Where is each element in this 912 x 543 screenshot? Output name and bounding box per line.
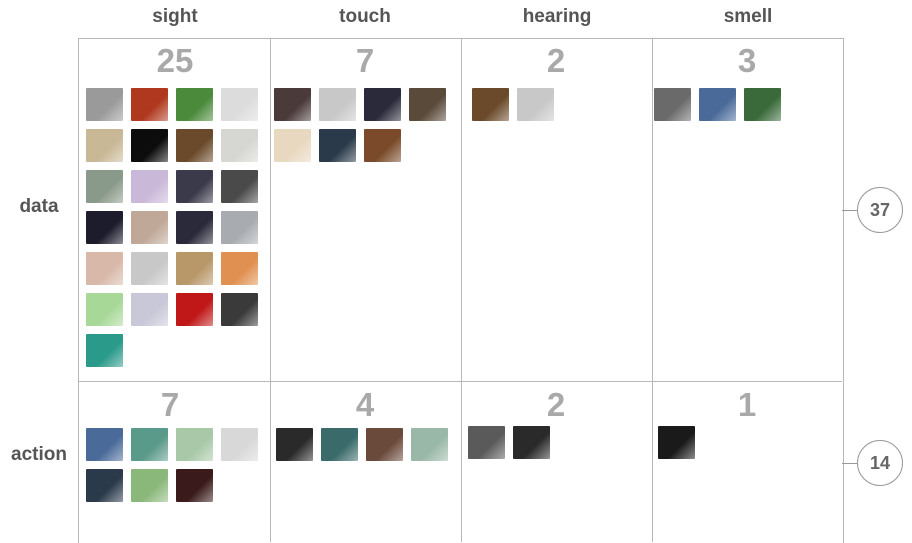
product-thumbnail	[86, 129, 123, 162]
thumbnails-action-hearing	[468, 426, 640, 459]
product-thumbnail	[176, 88, 213, 121]
product-thumbnail	[221, 428, 258, 461]
total-connector	[842, 210, 857, 211]
product-thumbnail	[176, 469, 213, 502]
product-thumbnail	[86, 170, 123, 203]
product-thumbnail	[86, 293, 123, 326]
grid-divider	[652, 38, 653, 542]
thumbnails-action-touch	[276, 428, 448, 461]
row-header-data: data	[19, 196, 59, 217]
product-thumbnail	[411, 428, 448, 461]
product-thumbnail	[86, 88, 123, 121]
grid-divider	[461, 38, 462, 542]
row-total-data: 37	[857, 187, 903, 233]
product-thumbnail	[131, 211, 168, 244]
product-thumbnail	[364, 88, 401, 121]
product-thumbnail	[409, 88, 446, 121]
product-thumbnail	[221, 211, 258, 244]
product-thumbnail	[472, 88, 509, 121]
product-thumbnail	[468, 426, 505, 459]
product-thumbnail	[86, 334, 123, 367]
product-thumbnail	[276, 428, 313, 461]
product-thumbnail	[86, 469, 123, 502]
product-thumbnail	[654, 88, 691, 121]
total-connector	[842, 463, 857, 464]
cell-count-action-hearing: 2	[546, 386, 566, 423]
grid-divider	[78, 381, 842, 382]
grid-divider	[270, 38, 271, 542]
product-thumbnail	[86, 211, 123, 244]
product-thumbnail	[176, 252, 213, 285]
product-thumbnail	[131, 293, 168, 326]
product-thumbnail	[131, 129, 168, 162]
cell-count-data-touch: 7	[355, 42, 375, 79]
product-thumbnail	[221, 252, 258, 285]
thumbnails-data-smell	[654, 88, 826, 121]
product-thumbnail	[131, 88, 168, 121]
product-thumbnail	[513, 426, 550, 459]
product-thumbnail	[86, 428, 123, 461]
thumbnails-action-sight	[86, 428, 258, 502]
product-thumbnail	[176, 170, 213, 203]
product-thumbnail	[221, 129, 258, 162]
thumbnails-action-smell	[658, 426, 830, 459]
product-thumbnail	[131, 170, 168, 203]
product-thumbnail	[221, 170, 258, 203]
product-thumbnail	[131, 428, 168, 461]
product-thumbnail	[699, 88, 736, 121]
thumbnails-data-touch	[274, 88, 446, 162]
product-thumbnail	[658, 426, 695, 459]
column-header-touch: touch	[339, 6, 391, 27]
cell-count-action-sight: 7	[160, 386, 180, 423]
cell-count-action-touch: 4	[355, 386, 375, 423]
column-header-hearing: hearing	[522, 6, 592, 27]
product-thumbnail	[274, 88, 311, 121]
column-header-smell: smell	[723, 6, 773, 27]
product-thumbnail	[366, 428, 403, 461]
product-thumbnail	[274, 129, 311, 162]
cell-count-data-smell: 3	[737, 42, 757, 79]
thumbnails-data-sight	[86, 88, 258, 367]
thumbnails-data-hearing	[472, 88, 644, 121]
cell-count-data-sight: 25	[156, 42, 194, 79]
row-total-action: 14	[857, 440, 903, 486]
product-thumbnail	[744, 88, 781, 121]
product-thumbnail	[221, 88, 258, 121]
row-header-action: action	[11, 444, 67, 465]
product-thumbnail	[176, 428, 213, 461]
product-thumbnail	[364, 129, 401, 162]
product-thumbnail	[176, 211, 213, 244]
product-thumbnail	[319, 88, 356, 121]
cell-count-action-smell: 1	[737, 386, 757, 423]
product-thumbnail	[86, 252, 123, 285]
product-thumbnail	[221, 293, 258, 326]
product-thumbnail	[321, 428, 358, 461]
product-thumbnail	[176, 129, 213, 162]
product-thumbnail	[131, 469, 168, 502]
product-thumbnail	[176, 293, 213, 326]
column-header-sight: sight	[152, 6, 198, 27]
product-thumbnail	[517, 88, 554, 121]
product-thumbnail	[319, 129, 356, 162]
cell-count-data-hearing: 2	[546, 42, 566, 79]
product-thumbnail	[131, 252, 168, 285]
